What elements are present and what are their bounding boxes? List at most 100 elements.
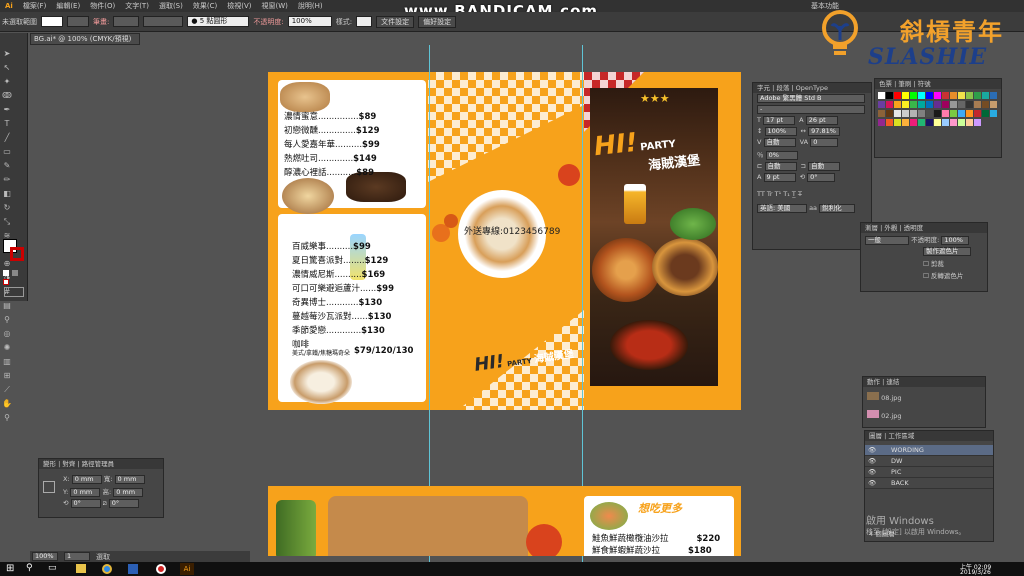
link-item[interactable]: 02.jpg [863, 409, 985, 421]
transparency-opacity-field[interactable]: 100% [941, 236, 970, 245]
graph-tool-icon[interactable]: ▥ [2, 357, 12, 367]
color-swatch[interactable] [918, 119, 925, 126]
style-swatch[interactable] [356, 16, 373, 27]
menu-window[interactable]: 視窗(W) [256, 1, 292, 11]
layer-row[interactable]: 👁 DW [865, 456, 993, 467]
line-tool-icon[interactable]: ╱ [2, 133, 12, 143]
fill-swatch[interactable] [41, 16, 63, 27]
artboard-navigator[interactable]: 1 [64, 552, 90, 561]
color-swatch[interactable] [902, 101, 909, 108]
color-swatch[interactable] [974, 110, 981, 117]
color-swatch[interactable] [934, 119, 941, 126]
tracking-field[interactable]: 0 [810, 138, 839, 147]
color-swatch[interactable] [966, 101, 973, 108]
link-item[interactable]: 08.jpg [863, 391, 985, 403]
blend-mode-select[interactable]: 一般 [865, 236, 909, 245]
aki-left-field[interactable]: 自動 [764, 162, 797, 171]
artboard-menu-back[interactable]: 想吃更多 鮭魚鮮蔬橄欖油沙拉 $220 鮮食鮮蝦鮮蔬沙拉 $180 [268, 486, 741, 556]
eye-icon[interactable]: 👁 [868, 445, 876, 456]
tab-brushes[interactable]: 筆刷 [898, 80, 911, 88]
color-swatch[interactable] [902, 92, 909, 99]
anti-alias-select[interactable]: 銳利化 [819, 204, 856, 213]
kerning-field[interactable]: 自動 [763, 138, 796, 147]
eraser-tool-icon[interactable]: ◧ [2, 189, 12, 199]
hand-tool-icon[interactable]: ✋ [2, 399, 12, 409]
color-swatch[interactable] [886, 101, 893, 108]
menu-object[interactable]: 物件(O) [85, 1, 120, 11]
char-rotation-field[interactable]: 0° [807, 173, 836, 182]
scale-tool-icon[interactable]: ⤡ [2, 217, 12, 227]
horizontal-scale-field[interactable]: 97.81% [808, 127, 841, 136]
direct-selection-tool-icon[interactable]: ↖ [2, 63, 12, 73]
color-swatch[interactable] [982, 92, 989, 99]
color-swatch[interactable] [974, 92, 981, 99]
color-swatch[interactable] [910, 110, 917, 117]
color-swatch[interactable] [878, 101, 885, 108]
magic-wand-tool-icon[interactable]: ✦ [2, 77, 12, 87]
color-mode-icons[interactable] [3, 269, 25, 285]
opacity-field[interactable]: 100% [287, 16, 332, 27]
poster-food-photo[interactable]: ★★★ HI! PARTY 海賊漢堡 [590, 88, 718, 386]
pen-tool-icon[interactable]: ✒ [2, 105, 12, 115]
tab-pathfinder[interactable]: 路徑管理員 [82, 460, 115, 468]
zoom-select[interactable]: 100% [32, 552, 58, 561]
color-swatch[interactable] [958, 110, 965, 117]
tab-align[interactable]: 對齊 [62, 460, 75, 468]
color-swatch[interactable] [910, 92, 917, 99]
layer-row[interactable]: 👁 PIC [865, 467, 993, 478]
zoom-tool-icon[interactable]: ⚲ [2, 413, 12, 423]
menu-type[interactable]: 文字(T) [120, 1, 154, 11]
color-swatch[interactable] [886, 110, 893, 117]
color-swatch[interactable] [894, 110, 901, 117]
leading-field[interactable]: 26 pt [805, 116, 838, 125]
color-swatch[interactable] [894, 92, 901, 99]
color-swatch[interactable] [926, 119, 933, 126]
tab-actions[interactable]: 動作 [867, 378, 880, 386]
color-swatch[interactable] [910, 119, 917, 126]
swatch-grid[interactable] [875, 89, 1001, 131]
color-swatch[interactable] [934, 92, 941, 99]
rectangle-tool-icon[interactable]: ▭ [2, 147, 12, 157]
tab-layers[interactable]: 圖層 [869, 432, 882, 440]
color-swatch[interactable] [902, 119, 909, 126]
color-swatch[interactable] [950, 92, 957, 99]
task-view-icon[interactable]: ▭ [48, 563, 57, 573]
color-swatch[interactable] [934, 101, 941, 108]
y-field[interactable]: 0 mm [70, 488, 101, 497]
stroke-color-icon[interactable] [10, 247, 24, 261]
color-swatch[interactable] [926, 101, 933, 108]
layer-row[interactable]: 👁 WORDING [865, 445, 993, 456]
language-select[interactable]: 英語: 美國 [757, 204, 807, 213]
clip-checkbox[interactable]: ☐ [923, 260, 929, 268]
menu-view[interactable]: 檢視(V) [222, 1, 256, 11]
color-swatch[interactable] [990, 110, 997, 117]
eyedropper-tool-icon[interactable]: ⚲ [2, 315, 12, 325]
selection-tool-icon[interactable]: ➤ [2, 49, 12, 59]
menu-edit[interactable]: 編輯(E) [51, 1, 85, 11]
color-swatch[interactable] [950, 101, 957, 108]
color-swatch[interactable] [966, 110, 973, 117]
slice-tool-icon[interactable]: ⟋ [2, 385, 12, 395]
color-swatch[interactable] [886, 119, 893, 126]
color-swatch[interactable] [942, 119, 949, 126]
color-swatch[interactable] [878, 119, 885, 126]
font-family-select[interactable]: Adobe 繁黑體 Std B [757, 94, 865, 103]
color-swatch[interactable] [958, 119, 965, 126]
menu-help[interactable]: 說明(H) [293, 1, 328, 11]
search-icon[interactable]: ⚲ [26, 563, 33, 573]
color-swatch[interactable] [950, 119, 957, 126]
eye-icon[interactable]: 👁 [868, 478, 876, 489]
reference-point-icon[interactable] [43, 481, 55, 493]
menu-file[interactable]: 檔案(F) [18, 1, 52, 11]
menu-select[interactable]: 選取(S) [154, 1, 188, 11]
color-swatch[interactable] [878, 110, 885, 117]
color-swatch[interactable] [990, 92, 997, 99]
color-swatch[interactable] [982, 110, 989, 117]
stroke-weight-field[interactable] [113, 16, 140, 27]
color-swatch[interactable] [878, 92, 885, 99]
gradient-tool-icon[interactable]: ▤ [2, 301, 12, 311]
color-swatch[interactable] [958, 92, 965, 99]
record-icon[interactable] [156, 564, 166, 574]
menu-effect[interactable]: 效果(C) [188, 1, 222, 11]
eye-icon[interactable]: 👁 [868, 456, 876, 467]
